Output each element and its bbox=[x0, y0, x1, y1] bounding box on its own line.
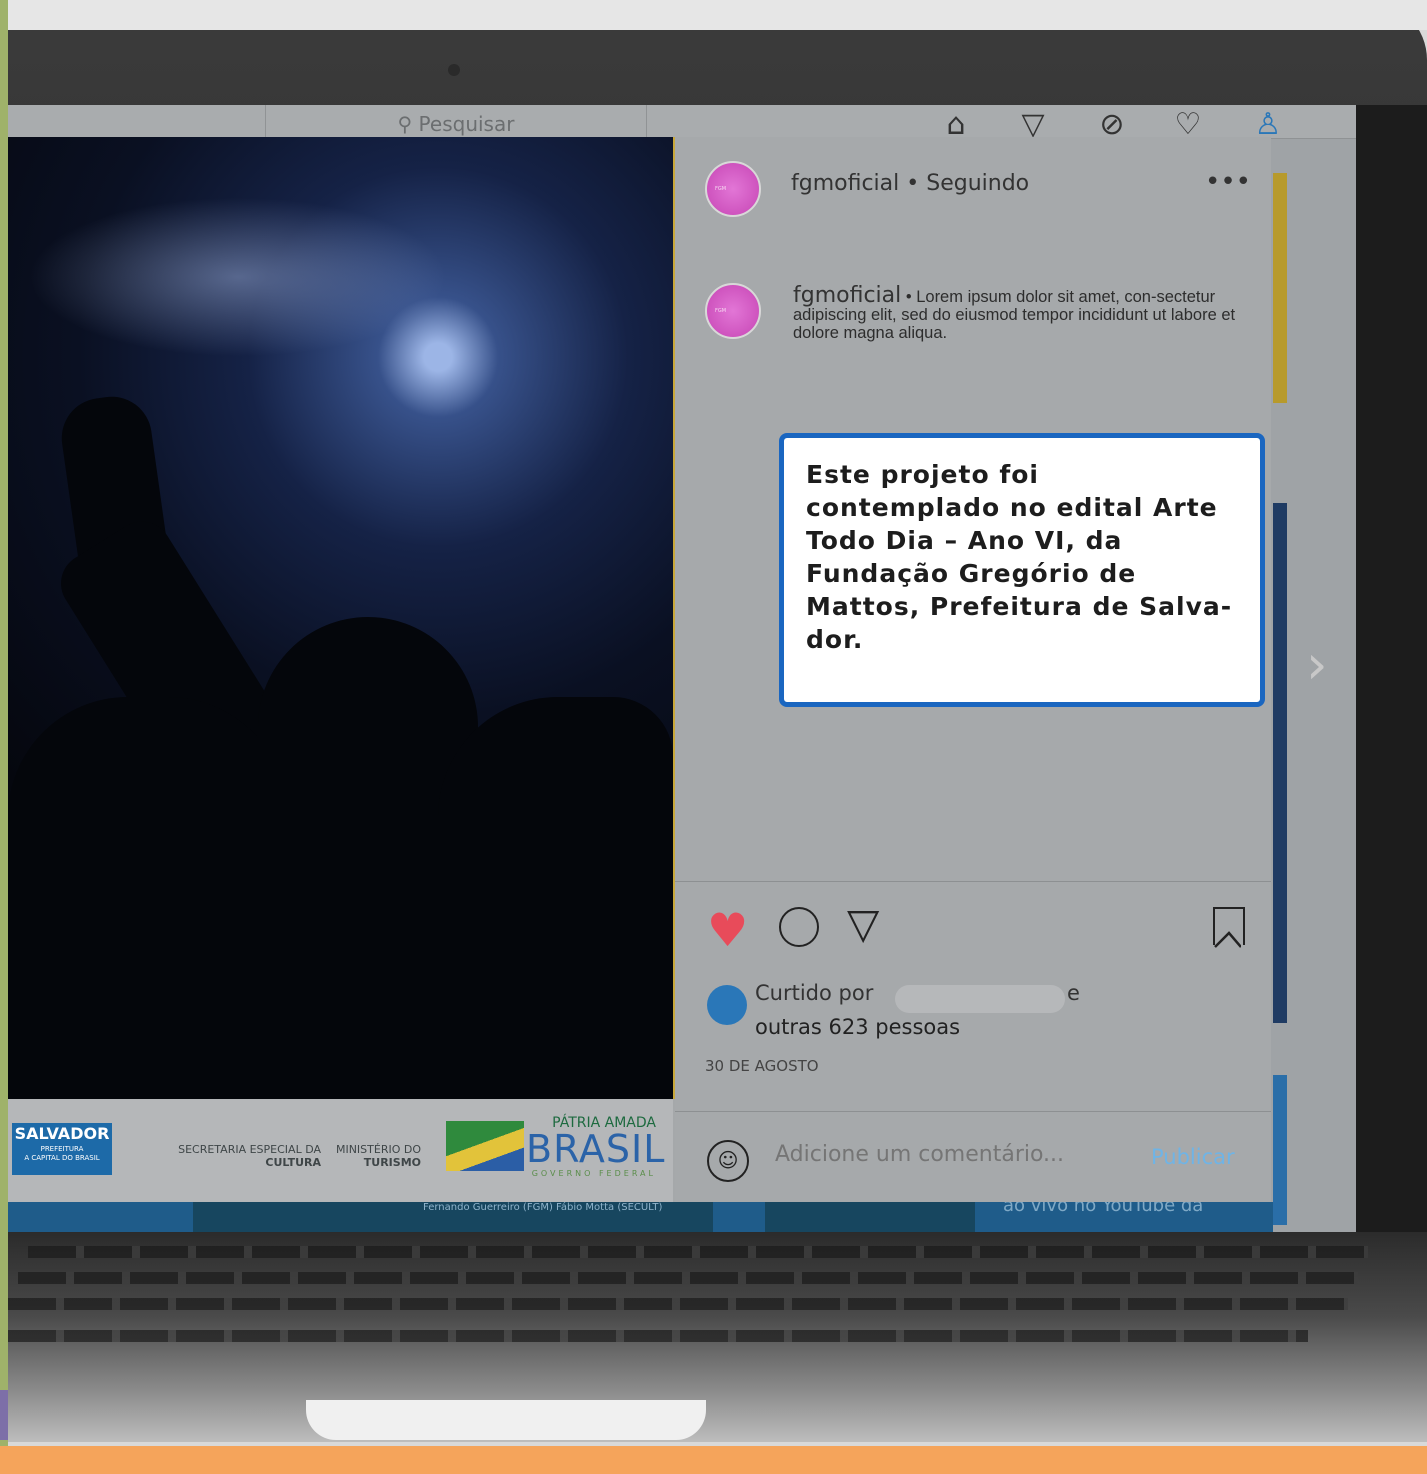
share-icon[interactable]: ▽ bbox=[847, 899, 879, 949]
key-row bbox=[8, 1330, 1308, 1342]
webcam-icon bbox=[448, 64, 460, 76]
caption: fgmoficial • Lorem ipsum dolor sit amet,… bbox=[793, 285, 1245, 343]
project-notice-box: Este projeto foi contemplado no edital A… bbox=[779, 433, 1265, 707]
secretaria-cultura-logo: SECRETARIA ESPECIAL DA CULTURA bbox=[178, 1143, 321, 1169]
left-border-accent bbox=[0, 1390, 8, 1440]
divider bbox=[675, 1111, 1271, 1112]
like-heart-icon[interactable]: ♥ bbox=[707, 905, 748, 955]
feed-credits: Fernando Guerreiro (FGM) Fábio Motta (SE… bbox=[193, 1202, 713, 1232]
search-icon: ⚲ bbox=[397, 112, 419, 136]
laptop-keyboard bbox=[8, 1232, 1427, 1442]
instagram-topbar: ⚲ Pesquisar ⌂ ▽ ⊘ ♡ ♙ bbox=[8, 105, 1356, 142]
brasil-logo-text: BRASIL bbox=[526, 1127, 666, 1171]
post-date: 30 DE AGOSTO bbox=[705, 1057, 819, 1075]
liked-by-label: Curtido por bbox=[755, 981, 874, 1005]
divider bbox=[675, 881, 1271, 882]
laptop-screen: ⚲ Pesquisar ⌂ ▽ ⊘ ♡ ♙ › Fernando Guerrei… bbox=[8, 105, 1356, 1232]
more-options-icon[interactable]: ••• bbox=[1205, 167, 1251, 197]
liked-by-avatar[interactable] bbox=[707, 985, 747, 1025]
crowd-person-right bbox=[438, 697, 673, 1099]
emoji-icon[interactable]: ☺ bbox=[707, 1140, 749, 1182]
screen-bezel-right bbox=[1356, 105, 1427, 1232]
next-post-arrow-icon[interactable]: › bbox=[1306, 635, 1328, 695]
laptop-top-edge bbox=[8, 0, 1427, 30]
post-header: fgmoficial • Seguindo bbox=[791, 171, 1029, 196]
feed-card-yellow bbox=[1273, 173, 1287, 403]
caption-avatar[interactable]: FGM bbox=[705, 283, 761, 339]
avatar[interactable]: FGM bbox=[705, 161, 761, 217]
feed-card-blue bbox=[1273, 503, 1287, 1023]
bottom-accent-bar bbox=[0, 1446, 1427, 1474]
feed-thumbnail bbox=[765, 1202, 975, 1232]
post-photo[interactable] bbox=[8, 137, 675, 1099]
key-row bbox=[18, 1272, 1358, 1284]
brasil-flag-icon bbox=[446, 1121, 524, 1171]
search-input[interactable]: ⚲ Pesquisar bbox=[265, 105, 647, 137]
post-side-panel: FGM fgmoficial • Seguindo ••• FGM fgmofi… bbox=[675, 137, 1271, 1202]
left-border bbox=[0, 0, 8, 1474]
salvador-logo: SALVADOR PREFEITURA A CAPITAL DO BRASIL bbox=[12, 1123, 112, 1175]
caption-username-link[interactable]: fgmoficial bbox=[793, 283, 901, 308]
publish-button[interactable]: Publicar bbox=[1151, 1145, 1235, 1169]
blurred-username bbox=[895, 985, 1065, 1013]
crowd-person-left bbox=[8, 697, 288, 1099]
comment-icon[interactable] bbox=[779, 907, 819, 947]
feed-card-blue-2 bbox=[1273, 1075, 1287, 1225]
stage-light-haze bbox=[28, 197, 448, 357]
liked-by-and: e bbox=[1067, 981, 1080, 1005]
governo-federal-text: GOVERNO FEDERAL bbox=[531, 1169, 656, 1178]
ministerio-turismo-logo: MINISTÉRIO DO TURISMO bbox=[335, 1143, 421, 1169]
laptop-trackpad bbox=[306, 1400, 706, 1440]
username-link[interactable]: fgmoficial bbox=[791, 171, 899, 196]
sponsor-logos: SALVADOR PREFEITURA A CAPITAL DO BRASIL … bbox=[8, 1099, 673, 1202]
key-row bbox=[8, 1298, 1348, 1310]
bookmark-notch-icon bbox=[1214, 931, 1241, 948]
comment-input[interactable] bbox=[773, 1141, 1107, 1168]
following-status: • Seguindo bbox=[906, 171, 1030, 196]
likes-count-link[interactable]: outras 623 pessoas bbox=[755, 1015, 960, 1039]
bookmark-icon[interactable] bbox=[1213, 907, 1245, 948]
key-row bbox=[28, 1246, 1368, 1258]
